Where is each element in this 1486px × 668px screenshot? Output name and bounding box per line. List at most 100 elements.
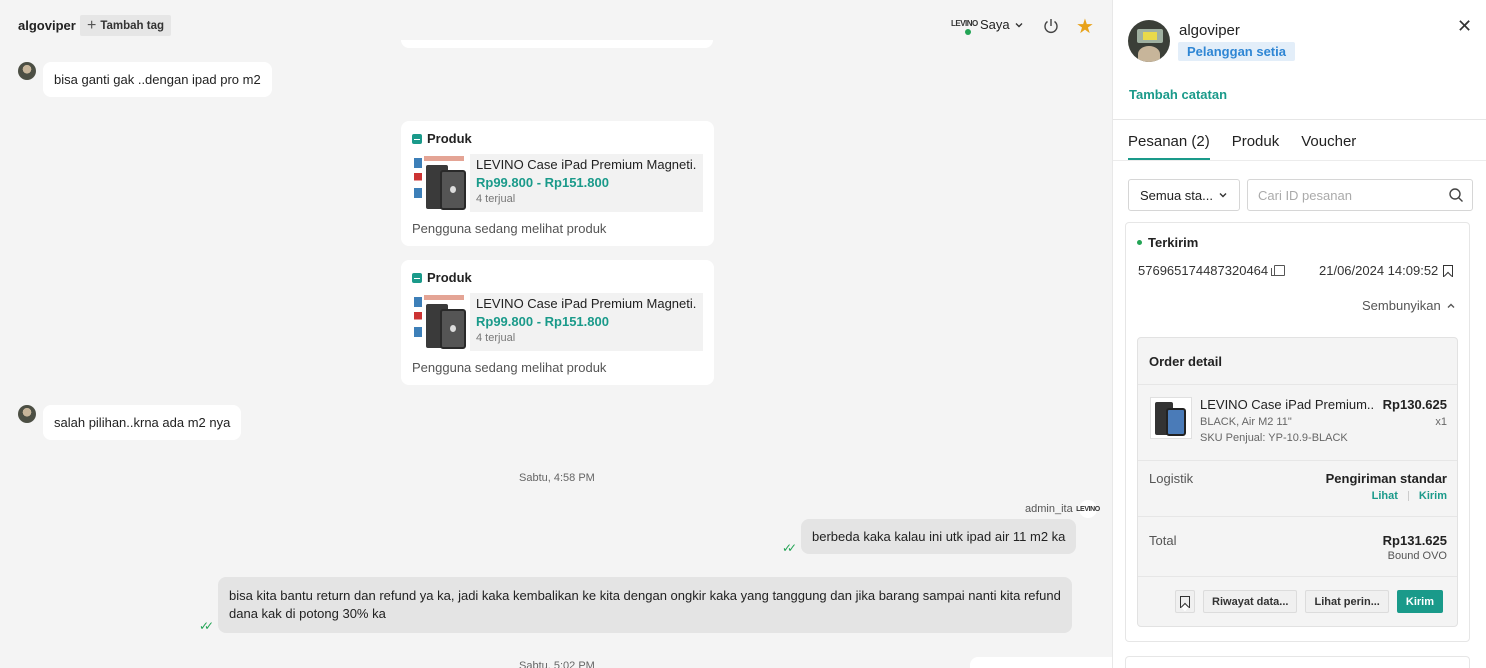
tab-products[interactable]: Produk xyxy=(1232,133,1280,160)
chevron-down-icon xyxy=(1219,193,1227,198)
message-timestamp: Sabtu, 4:58 PM xyxy=(519,472,595,484)
order-product-qty: x1 xyxy=(1435,416,1447,428)
customer-message: bisa ganti gak ..dengan ipad pro m2 xyxy=(43,62,272,97)
send-order-button[interactable]: Kirim xyxy=(1396,590,1443,613)
view-logistics-link[interactable]: Lihat xyxy=(1372,490,1398,502)
product-price: Rp99.800 - Rp151.800 xyxy=(476,175,609,190)
payment-method: Bound OVO xyxy=(1387,550,1447,562)
order-product-price: Rp130.625 xyxy=(1382,397,1447,412)
bookmark-icon[interactable] xyxy=(1443,264,1454,277)
power-icon[interactable] xyxy=(1042,17,1060,35)
product-title: LEVINO Case iPad Premium Magneti... xyxy=(476,157,696,172)
agent-avatar: LEVINO xyxy=(1076,500,1100,518)
logistics-label: Logistik xyxy=(1149,471,1194,486)
next-message-bubble xyxy=(970,657,1112,668)
agent-message-line: dana kak di potong 30% ka xyxy=(229,606,386,621)
product-card-footer: Pengguna sedang melihat produk xyxy=(412,221,607,236)
assignee-dropdown[interactable]: Saya xyxy=(980,17,1024,32)
history-button[interactable]: Riwayat data... xyxy=(1203,590,1298,613)
customer-message: salah pilihan..krna ada m2 nya xyxy=(43,405,242,440)
tab-vouchers[interactable]: Voucher xyxy=(1301,133,1356,160)
order-product-thumbnail xyxy=(1150,397,1192,439)
search-icon[interactable] xyxy=(1448,187,1464,203)
order-product-name[interactable]: LEVINO Case iPad Premium... xyxy=(1200,397,1375,412)
order-date: 21/06/2024 14:09:52 xyxy=(1319,263,1454,278)
close-icon[interactable]: ✕ xyxy=(1457,16,1472,37)
logistics-links: Lihat Kirim xyxy=(1372,490,1447,502)
shop-logo-text: LEVINO xyxy=(951,19,978,28)
order-id: 576965174487320464 xyxy=(1138,263,1286,278)
online-dot-icon xyxy=(965,29,971,35)
customer-avatar-large xyxy=(1128,20,1170,62)
agent-message-line: bisa kita bantu return dan refund ya ka,… xyxy=(229,588,1061,603)
plus-icon: + xyxy=(87,16,97,34)
total-value: Rp131.625 xyxy=(1382,533,1447,548)
customer-avatar xyxy=(18,62,36,80)
status-filter-select[interactable]: Semua sta... xyxy=(1128,179,1240,211)
send-logistics-link[interactable]: Kirim xyxy=(1419,490,1447,502)
add-note-link[interactable]: Tambah catatan xyxy=(1129,87,1227,102)
status-filter-value: Semua sta... xyxy=(1140,187,1213,203)
order-date-value: 21/06/2024 14:09:52 xyxy=(1319,263,1439,278)
bookmark-button[interactable] xyxy=(1175,590,1196,613)
order-search xyxy=(1247,179,1473,211)
add-tag-label: Tambah tag xyxy=(100,19,165,32)
order-detail-title: Order detail xyxy=(1149,354,1222,369)
order-id-value: 576965174487320464 xyxy=(1138,263,1269,278)
loyal-customer-badge: Pelanggan setia xyxy=(1178,42,1295,61)
product-sold-count: 4 terjual xyxy=(476,193,516,205)
product-bag-icon xyxy=(412,272,422,283)
product-card-header: Produk xyxy=(427,270,472,285)
previous-message-bubble xyxy=(401,40,713,48)
copy-icon[interactable] xyxy=(1271,265,1286,276)
divider xyxy=(1113,119,1486,120)
divider xyxy=(1138,384,1457,385)
order-status: Terkirim xyxy=(1137,235,1198,250)
shop-logo: LEVINO xyxy=(951,19,978,35)
read-receipt-icon: ✓✓ xyxy=(782,541,797,555)
divider xyxy=(1113,160,1486,161)
sender-name: admin_ita xyxy=(1025,503,1073,515)
total-label: Total xyxy=(1149,533,1177,548)
order-card: Terkirim 576965174487320464 21/06/2024 1… xyxy=(1125,222,1470,642)
add-tag-button[interactable]: + Tambah tag xyxy=(80,15,172,36)
order-detail: Order detail LEVINO Case iPad Premium...… xyxy=(1137,337,1458,627)
divider xyxy=(1138,460,1457,461)
order-status-label: Terkirim xyxy=(1148,235,1199,250)
product-card-header: Produk xyxy=(427,131,472,146)
product-sold-count: 4 terjual xyxy=(476,332,516,344)
chevron-down-icon xyxy=(1015,22,1023,27)
order-actions: Riwayat data... Lihat perin... Kirim xyxy=(1175,590,1443,613)
product-price: Rp99.800 - Rp151.800 xyxy=(476,314,609,329)
order-search-input[interactable] xyxy=(1248,180,1438,210)
status-dot-icon xyxy=(1137,240,1142,245)
hide-details-toggle[interactable]: Sembunyikan xyxy=(1362,298,1456,313)
chat-pane: algoviper + Tambah tag LEVINO Saya ★ bis… xyxy=(0,0,1112,668)
divider xyxy=(1138,516,1457,517)
chevron-up-icon xyxy=(1447,303,1455,308)
product-card[interactable]: Produk LEVINO Case iPad Premium Magneti.… xyxy=(401,260,714,385)
product-thumbnail xyxy=(412,154,470,212)
chat-user-name: algoviper xyxy=(18,18,76,33)
view-details-button[interactable]: Lihat perin... xyxy=(1305,590,1389,613)
message-timestamp: Sabtu, 5:02 PM xyxy=(519,660,595,668)
bookmark-icon xyxy=(1180,595,1191,608)
product-title: LEVINO Case iPad Premium Magneti... xyxy=(476,296,696,311)
logistics-value: Pengiriman standar xyxy=(1325,471,1447,486)
assignee-label: Saya xyxy=(980,17,1010,32)
divider xyxy=(1138,576,1457,577)
divider xyxy=(1407,491,1409,501)
tab-orders[interactable]: Pesanan (2) xyxy=(1128,133,1210,160)
next-order-card xyxy=(1125,656,1470,668)
read-receipt-icon: ✓✓ xyxy=(199,619,214,633)
customer-panel: algoviper Pelanggan setia ✕ Tambah catat… xyxy=(1112,0,1486,668)
product-thumbnail xyxy=(412,293,470,351)
order-product-sku: SKU Penjual: YP-10.9-BLACK xyxy=(1200,432,1348,444)
product-bag-icon xyxy=(412,133,422,144)
order-product-variant: BLACK, Air M2 11" xyxy=(1200,416,1292,428)
product-card-footer: Pengguna sedang melihat produk xyxy=(412,360,607,375)
customer-name: algoviper xyxy=(1179,22,1240,39)
star-icon[interactable]: ★ xyxy=(1076,14,1094,39)
product-card[interactable]: Produk LEVINO Case iPad Premium Magneti.… xyxy=(401,121,714,246)
panel-tabs: Pesanan (2) Produk Voucher xyxy=(1128,133,1356,160)
